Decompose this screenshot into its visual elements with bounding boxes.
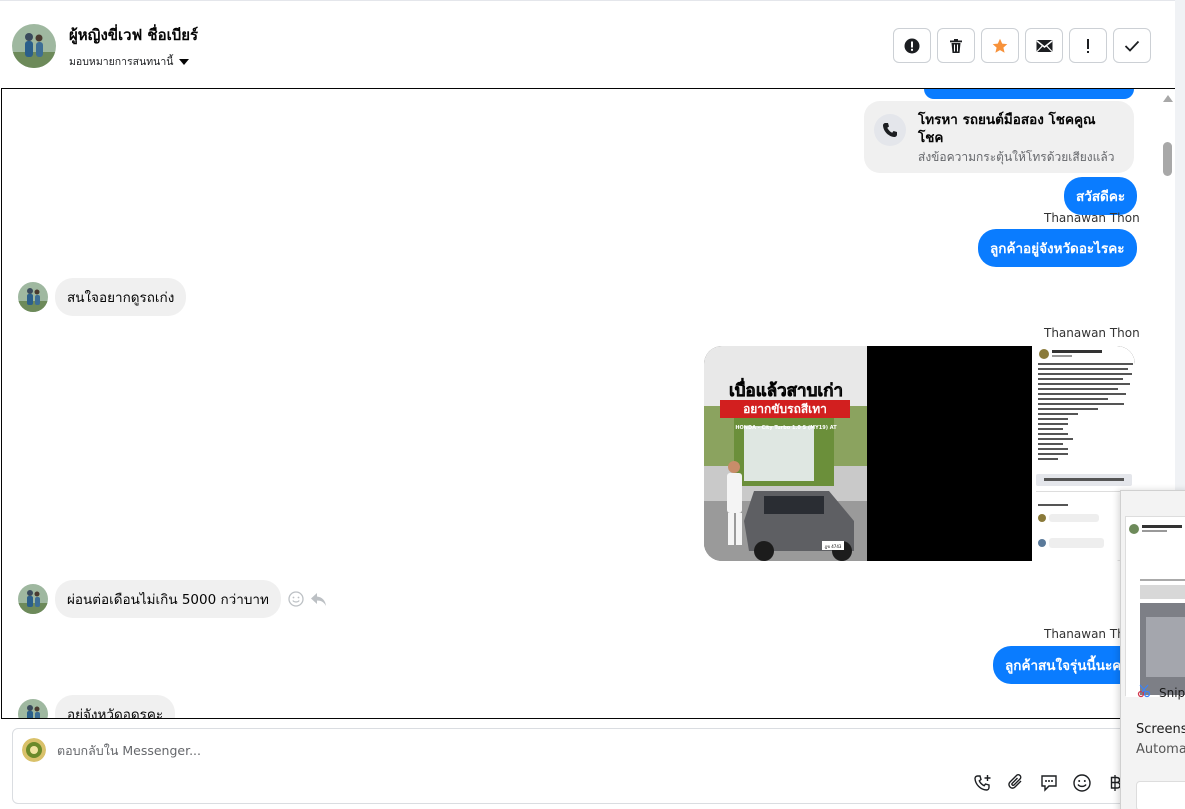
message-bubble-incoming[interactable]: อยู่จังหวัดอุดรคะ <box>55 695 176 718</box>
message-bubble-outgoing[interactable]: สวัสดีคะ <box>1064 177 1138 215</box>
message-bubble-outgoing[interactable]: ลูกค้าสนใจรุ่นนี้นะคะ <box>993 646 1141 684</box>
conversation-actions <box>893 28 1151 63</box>
attachment-icon[interactable] <box>1006 773 1026 793</box>
notification-app: Snipping Tool <box>1137 684 1185 701</box>
notification-title: Screenshot copied to clipboard <box>1136 722 1185 737</box>
composer-toolbar <box>973 773 1125 793</box>
message-bubble-outgoing <box>924 89 1134 99</box>
phone-icon <box>874 114 906 146</box>
message-actions <box>288 591 327 611</box>
image-model-line: HONDA - City Turbo 1.0 S (MY19) AT <box>735 425 837 431</box>
mark-unread-button[interactable] <box>1025 28 1063 63</box>
delete-button[interactable] <box>937 28 975 63</box>
image-headline: เบื่อแล้วสาบเก่า <box>729 378 843 401</box>
screenshot-thumbnail[interactable] <box>1125 516 1185 697</box>
reply-composer <box>12 728 1132 804</box>
car-post-image: เบื่อแล้วสาบเก่า อยากขับรถสีเทา HONDA - … <box>704 346 1135 561</box>
snipping-tool-icon <box>1137 684 1151 701</box>
contact-avatar[interactable] <box>12 24 56 68</box>
notification-app-name: Snipping Tool <box>1159 685 1185 700</box>
call-request-card[interactable]: โทรหา รถยนต์มือสอง โชคคูณ โชค ส่งข้อความ… <box>864 101 1134 173</box>
contact-avatar-small[interactable] <box>18 699 48 718</box>
image-attachment[interactable]: เบื่อแล้วสาบเก่า อยากขับรถสีเทา HONDA - … <box>704 346 1135 561</box>
saved-reply-icon[interactable] <box>1039 773 1059 793</box>
reply-input[interactable] <box>57 743 857 758</box>
emoji-icon[interactable] <box>1072 773 1092 793</box>
image-subheadline: อยากขับรถสีเทา <box>743 402 827 416</box>
message-thread[interactable]: โทรหา รถยนต์มือสอง โชคคูณ โชค ส่งข้อความ… <box>1 88 1176 719</box>
star-icon <box>992 38 1008 54</box>
exclamation-icon <box>1085 38 1091 54</box>
app-root: ผู้หญิงขี่เวฟ ชื่อเบียร์ มอบหมายการสนทนา… <box>0 0 1185 809</box>
contact-avatar-small[interactable] <box>18 282 48 312</box>
check-icon <box>1124 40 1140 52</box>
sender-name: Thanawan Thon <box>1044 326 1140 340</box>
contact-name[interactable]: ผู้หญิงขี่เวฟ ชื่อเบียร์ <box>69 23 198 47</box>
alert-circle-icon <box>904 38 920 54</box>
call-add-icon[interactable] <box>973 773 993 793</box>
image-plate: ฎข 4743 <box>825 544 842 549</box>
trash-icon <box>948 38 964 54</box>
reply-icon[interactable] <box>310 592 327 611</box>
call-subtitle: ส่งข้อความกระตุ้นให้โทรด้วยเสียงแล้ว <box>918 150 1115 164</box>
scroll-up-arrow-icon[interactable] <box>1163 95 1173 102</box>
message-bubble-outgoing[interactable]: ลูกค้าอยู่จังหวัดอะไรคะ <box>978 229 1137 267</box>
message-bubble-incoming[interactable]: สนใจอยากดูรถเก่ง <box>55 278 187 316</box>
caret-down-icon <box>179 58 190 65</box>
notification-subtitle: Automatically saved to screenshots folde… <box>1136 742 1185 757</box>
snipping-tool-notification[interactable]: Snipping Tool Screenshot copied to clipb… <box>1120 490 1185 809</box>
notification-action-button[interactable] <box>1136 781 1185 809</box>
spam-button[interactable] <box>893 28 931 63</box>
emoji-react-icon[interactable] <box>288 591 304 611</box>
page-avatar <box>22 738 46 762</box>
scrollbar-thumb[interactable] <box>1163 142 1172 176</box>
star-button[interactable] <box>981 28 1019 63</box>
contact-avatar-small[interactable] <box>18 584 48 614</box>
done-button[interactable] <box>1113 28 1151 63</box>
envelope-icon <box>1036 39 1053 53</box>
call-title: โทรหา รถยนต์มือสอง โชคคูณ โชค <box>918 112 1096 146</box>
sender-name: Thanawan Thon <box>1044 211 1140 225</box>
message-bubble-incoming[interactable]: ผ่อนต่อเดือนไม่เกิน 5000 กว่าบาท <box>55 580 281 618</box>
assign-conversation-dropdown[interactable]: มอบหมายการสนทนานี้ <box>69 53 190 70</box>
assign-label: มอบหมายการสนทนานี้ <box>69 56 174 68</box>
follow-up-button[interactable] <box>1069 28 1107 63</box>
conversation-header: ผู้หญิงขี่เวฟ ชื่อเบียร์ มอบหมายการสนทนา… <box>0 0 1175 88</box>
